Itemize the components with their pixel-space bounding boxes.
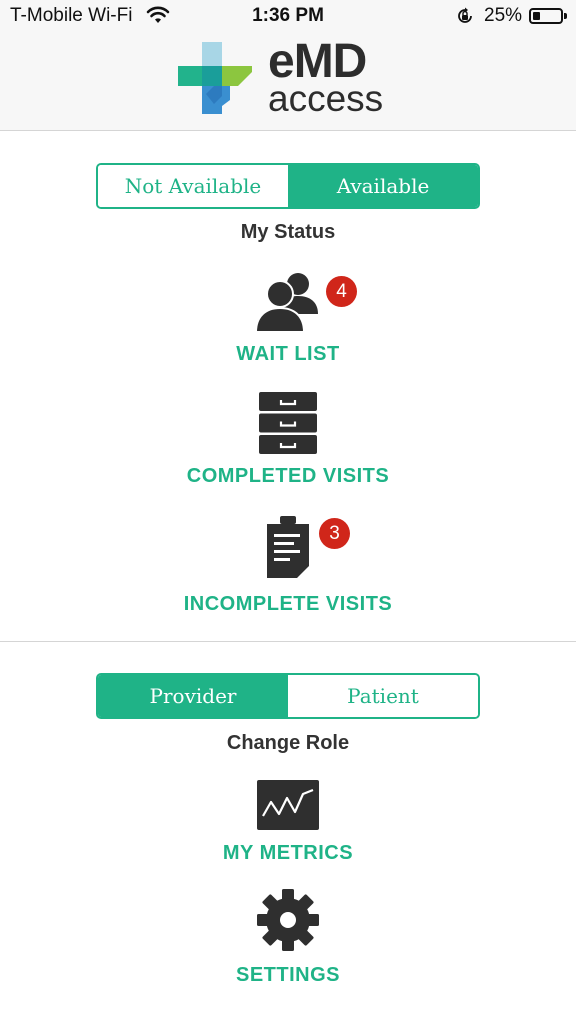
- incomplete-visits-badge: 3: [319, 518, 350, 549]
- wait-list-badge: 4: [326, 276, 357, 307]
- incomplete-visits-button[interactable]: 3 INCOMPLETE VISITS: [88, 516, 488, 616]
- incomplete-visits-label: INCOMPLETE VISITS: [183, 593, 393, 615]
- my-metrics-label: MY METRICS: [222, 842, 354, 864]
- battery-icon: [529, 8, 563, 24]
- status-segmented-control: Not Available Available: [96, 163, 480, 209]
- role-option-provider[interactable]: Provider: [98, 675, 288, 717]
- completed-visits-button[interactable]: COMPLETED VISITS: [88, 390, 488, 490]
- filing-cabinet-icon: [259, 392, 317, 454]
- settings-button[interactable]: SETTINGS: [88, 886, 488, 990]
- users-icon: [256, 273, 318, 332]
- logo-text-access: access: [268, 78, 384, 119]
- chart-icon: [257, 780, 319, 830]
- completed-visits-label: COMPLETED VISITS: [186, 465, 390, 487]
- logo-wordmark: eMD access: [268, 38, 408, 119]
- my-metrics-button[interactable]: MY METRICS: [88, 778, 488, 868]
- my-status-caption: My Status: [240, 221, 336, 243]
- clipboard-icon: [267, 516, 310, 579]
- section-divider: [0, 641, 576, 642]
- status-bar: T-Mobile Wi-Fi 1:36 PM 25%: [0, 0, 576, 32]
- battery-cap: [564, 13, 567, 19]
- settings-label: SETTINGS: [235, 964, 340, 986]
- wait-list-label: WAIT LIST: [236, 343, 340, 365]
- gear-icon: [257, 889, 319, 951]
- role-segmented-control: Provider Patient: [96, 673, 480, 719]
- app-header: eMD access: [0, 32, 576, 131]
- wait-list-button[interactable]: 4 WAIT LIST: [88, 268, 488, 368]
- change-role-caption: Change Role: [226, 732, 350, 754]
- battery-percent: 25%: [484, 5, 523, 26]
- role-option-patient[interactable]: Patient: [288, 675, 478, 717]
- emd-logo-icon: [178, 42, 252, 114]
- orientation-lock-icon: [458, 7, 472, 23]
- status-option-not-available[interactable]: Not Available: [98, 165, 288, 207]
- status-option-available[interactable]: Available: [288, 165, 478, 207]
